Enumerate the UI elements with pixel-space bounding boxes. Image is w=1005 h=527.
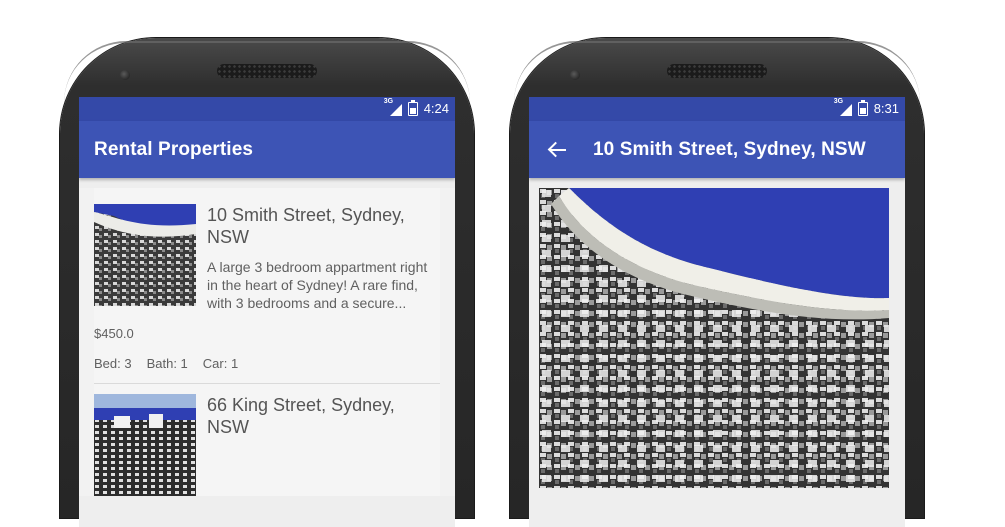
detail-screen: 3G 8:31 10 Smith Street, Sydney, NSW xyxy=(529,97,905,527)
property-photo[interactable] xyxy=(539,188,889,488)
listing-title[interactable]: 66 King Street, Sydney, NSW xyxy=(207,394,440,438)
camera-icon xyxy=(120,70,130,80)
signal-icon: 3G xyxy=(834,98,852,116)
status-bar: 3G 4:24 xyxy=(79,97,455,121)
camera-icon xyxy=(570,70,580,80)
listing-price: $450.0 xyxy=(94,326,134,341)
status-time: 8:31 xyxy=(873,101,899,116)
listing-card[interactable]: 66 King Street, Sydney, NSW xyxy=(94,384,440,496)
signal-icon: 3G xyxy=(384,98,402,116)
phone-left: 3G 4:24 Rental Properties 10 Smith Stree… xyxy=(60,38,474,527)
listing-thumbnail[interactable] xyxy=(94,394,196,496)
listing-card[interactable]: 10 Smith Street, Sydney, NSW A large 3 b… xyxy=(94,188,440,384)
app-bar: Rental Properties xyxy=(79,121,455,178)
detail-title: 10 Smith Street, Sydney, NSW xyxy=(593,138,866,160)
status-bar: 3G 8:31 xyxy=(529,97,905,121)
listing-list[interactable]: 10 Smith Street, Sydney, NSW A large 3 b… xyxy=(79,188,455,496)
listing-features: Bed: 3 Bath: 1 Car: 1 xyxy=(94,356,440,384)
app-title: Rental Properties xyxy=(94,138,254,160)
status-time: 4:24 xyxy=(423,101,449,116)
app-bar: 10 Smith Street, Sydney, NSW xyxy=(529,121,905,178)
bath-count: Bath: 1 xyxy=(146,356,188,371)
battery-icon xyxy=(857,99,868,116)
arrow-back-icon[interactable] xyxy=(547,138,571,162)
battery-icon xyxy=(407,99,418,116)
speaker-grille xyxy=(217,64,317,78)
listing-title[interactable]: 10 Smith Street, Sydney, NSW xyxy=(207,204,440,248)
phone-right: 3G 8:31 10 Smith Street, Sydney, NSW xyxy=(510,38,924,527)
car-count: Car: 1 xyxy=(202,356,239,371)
speaker-grille xyxy=(667,64,767,78)
bed-count: Bed: 3 xyxy=(94,356,132,371)
listing-description: A large 3 bedroom appartment right in th… xyxy=(207,259,428,311)
list-screen: 3G 4:24 Rental Properties 10 Smith Stree… xyxy=(79,97,455,527)
listing-thumbnail[interactable] xyxy=(94,204,196,306)
